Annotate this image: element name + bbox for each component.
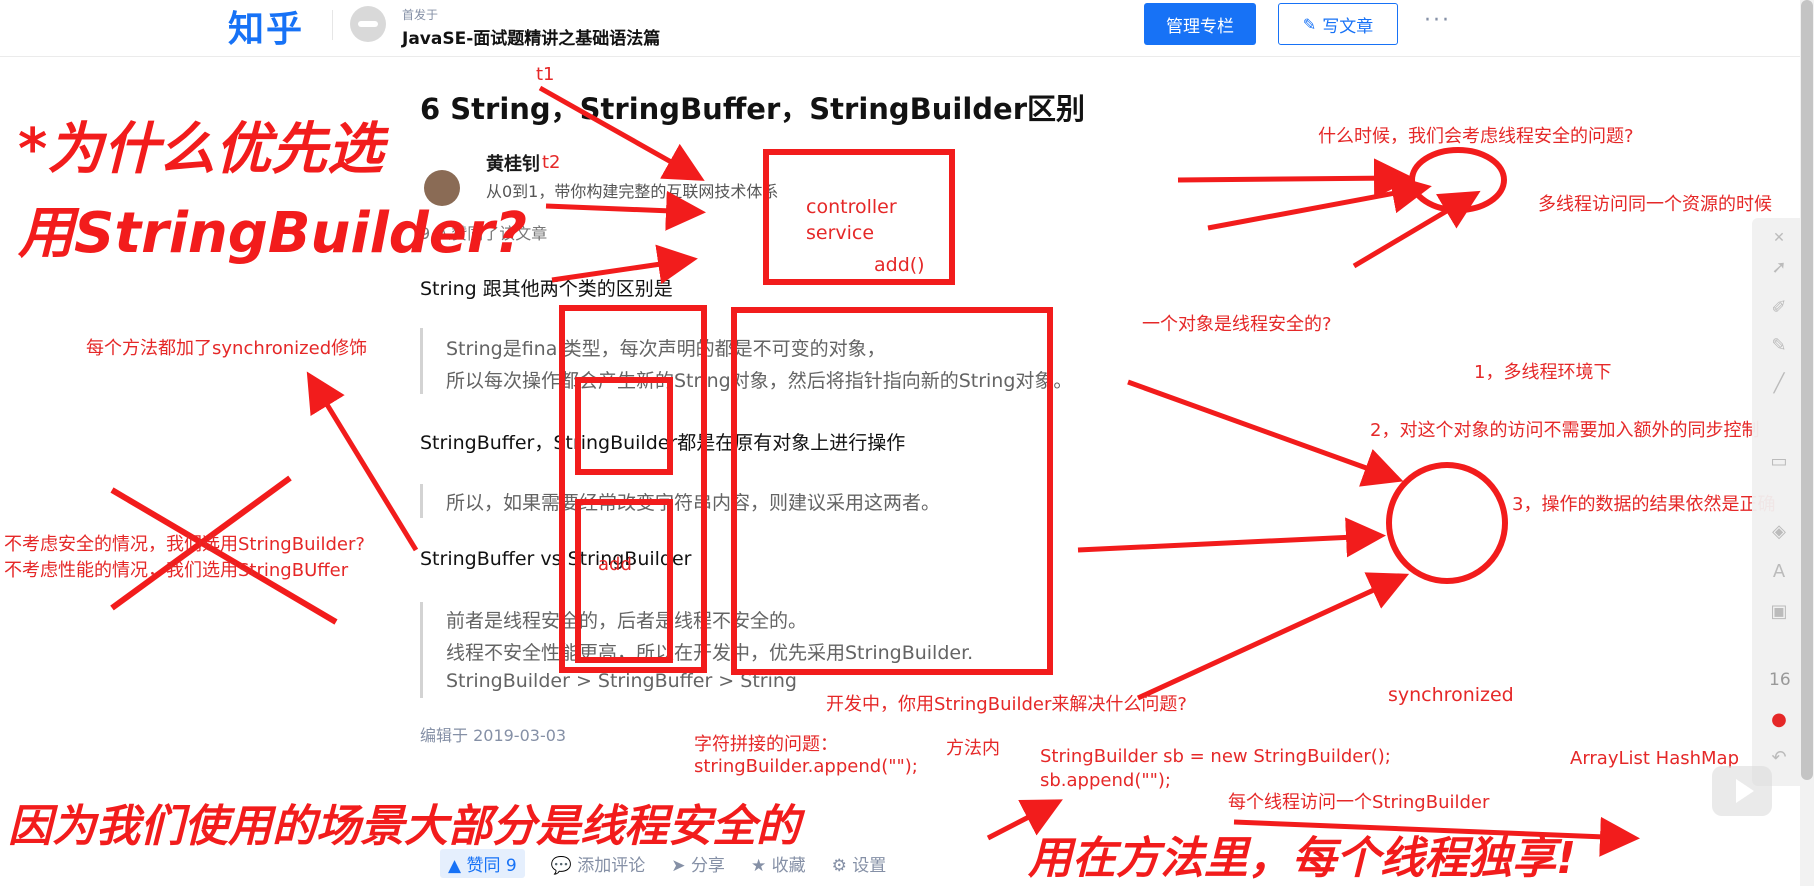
arrow-to-object-circle-3 [1136,572,1410,701]
multi-thread-access-note: 多线程访问同一个资源的时候 [1538,194,1772,215]
highlighter-icon[interactable]: ✎ [1769,336,1789,356]
right-tall-box [731,307,1053,675]
condition-2: 2，对这个对象的访问不需要加入额外的同步控制 [1370,420,1760,441]
big-question-line-2: 用StringBuilder? [18,201,527,266]
left-tall-box [559,305,707,673]
arrow-to-thread-circle-2 [1207,173,1432,231]
in-method-note: 方法内 [946,738,1000,759]
condition-1: 1，多线程环境下 [1474,362,1612,383]
thread-label-t1: t1 [536,64,555,85]
arrow-to-sync-note [306,371,419,552]
big-question-line-1: *为什么优先选 [18,117,384,182]
pointer-icon[interactable]: ➚ [1769,258,1789,278]
no-safety-note: 不考虑安全的情况，我们选用StringBuilder? [4,534,365,555]
append-call: stringBuilder.append(""); [694,756,918,777]
service-label: service [806,222,875,244]
play-button[interactable] [1712,766,1772,816]
bottom-conclusion-left: 因为我们使用的场景大部分是线程安全的 [8,801,800,852]
synchronized-note: 每个方法都加了synchronized修饰 [86,338,368,359]
page-number: 16 [1769,670,1791,690]
drawing-tool-panel: ✕ ➚ ✐ ✎ ╱ ▭ ◈ A ▣ 16 ● ↶ [1752,218,1806,786]
arrow-to-object-circle-2 [1077,517,1386,558]
arrow-t1 [538,85,705,181]
close-icon[interactable]: ✕ [1769,228,1789,248]
line-icon[interactable]: ╱ [1769,374,1789,394]
add-method-label: add() [874,254,925,276]
when-thread-safety-question: 什么时候，我们会考虑线程安全的问题? [1318,126,1634,147]
condition-3: 3，操作的数据的结果依然是正确 [1512,494,1776,515]
object-circle [1386,462,1508,584]
arrow-t2 [545,190,706,231]
undo-icon[interactable]: ↶ [1769,748,1789,768]
dev-usage-question: 开发中，你用StringBuilder来解决什么问题? [826,694,1187,715]
synchronized-label: synchronized [1388,684,1514,706]
sb-new-code: StringBuilder sb = new StringBuilder(); [1040,746,1391,767]
string-concat-note: 字符拼接的问题： [694,734,838,755]
arrow-to-thread-circle-1 [1177,158,1414,199]
rectangle-icon[interactable]: ▭ [1769,452,1789,472]
color-dot-icon[interactable]: ● [1769,710,1789,730]
add-box-label: add [598,554,632,575]
thread-circle [1409,147,1507,213]
arrow-t3 [551,244,698,285]
shapes-icon[interactable]: ◈ [1769,522,1789,542]
no-performance-note: 不考虑性能的情况，我们选用StringBUffer [4,560,349,581]
scrollbar-thumb[interactable] [1801,0,1813,780]
brush-icon[interactable]: ✐ [1769,298,1789,318]
thread-label-t2: t2 [542,152,561,173]
arrow-to-object-circle-1 [1127,379,1404,487]
text-icon[interactable]: A [1769,562,1789,582]
image-icon[interactable]: ▣ [1769,602,1789,622]
controller-label: controller [806,196,897,218]
arrow-to-thread-circle-3 [1352,190,1481,269]
object-thread-safe-question: 一个对象是线程安全的? [1142,314,1332,335]
small-box-bottom [575,499,673,663]
per-thread-note: 每个线程访问一个StringBuilder [1228,792,1490,813]
sb-append-code: sb.append(""); [1040,770,1171,791]
collections-note: ArrayList HashMap [1570,748,1740,769]
bottom-conclusion-right: 用在方法里，每个线程独享! [1028,833,1577,884]
small-box-top [575,377,673,475]
